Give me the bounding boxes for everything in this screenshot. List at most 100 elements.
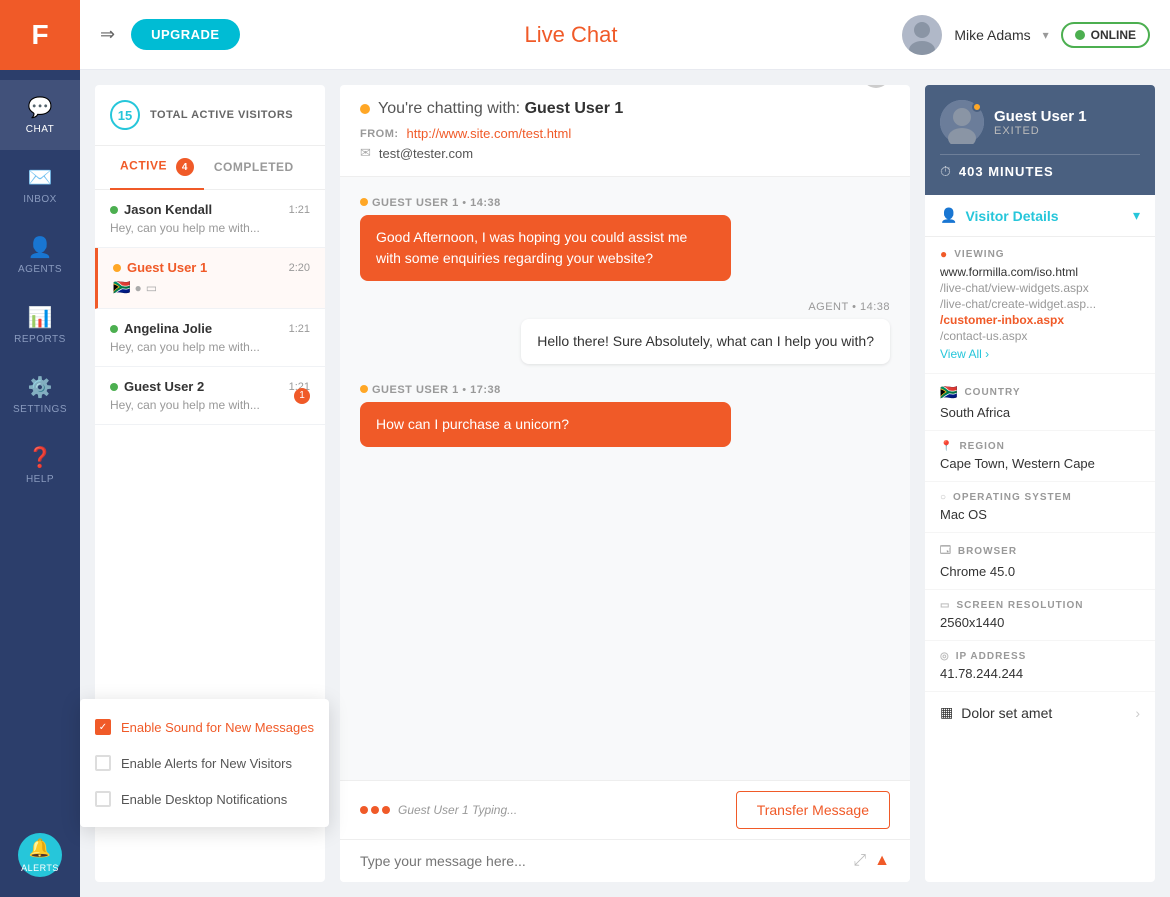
chat-item-jason[interactable]: Jason Kendall 1:21 Hey, can you help me … [95, 190, 325, 248]
transfer-message-button[interactable]: Transfer Message [736, 791, 890, 829]
tab-completed[interactable]: COMPLETED [204, 148, 304, 188]
page-title: Live Chat [240, 22, 903, 48]
menu-icon[interactable]: ⇒ [100, 24, 115, 45]
chat-header: You're chatting with: Guest User 1 FROM:… [340, 85, 910, 177]
inbox-icon: ✉️ [28, 165, 53, 190]
from-url[interactable]: http://www.site.com/test.html [407, 126, 572, 141]
chat-item-guest1[interactable]: Guest User 1 2:20 🇿🇦 ● ▭ [95, 248, 325, 309]
online-indicator-dot [1075, 30, 1085, 40]
sidebar-item-alerts[interactable]: 🔔 ALERTS [18, 833, 62, 877]
device-icon: ▭ [146, 281, 157, 295]
user-name[interactable]: Mike Adams [954, 27, 1030, 43]
ip-label: ◎ IP ADDRESS [940, 651, 1140, 662]
help-label: HELP [26, 474, 54, 485]
online-status-label: ONLINE [1091, 28, 1136, 42]
user-status-dot [360, 104, 370, 114]
person-icon: 👤 [940, 207, 957, 224]
country-label: 🇿🇦 COUNTRY [940, 384, 1140, 401]
desktop-checkbox[interactable] [95, 791, 111, 807]
visitors-header: 15 TOTAL ACTIVE VISITORS [95, 85, 325, 146]
sidebar-nav: 💬 CHAT ✉️ INBOX 👤 AGENTS 📊 REPORTS ⚙️ SE… [0, 70, 80, 833]
chat-item-guest2[interactable]: Guest User 2 1:21 Hey, can you help me w… [95, 367, 325, 425]
chat-main: You're chatting with: Guest User 1 FROM:… [340, 85, 910, 882]
dolor-row[interactable]: ▦ Dolor set amet › [925, 692, 1155, 733]
settings-label: SETTINGS [13, 404, 67, 415]
online-badge[interactable]: ONLINE [1061, 22, 1150, 48]
sidebar-item-settings[interactable]: ⚙️ SETTINGS [0, 360, 80, 430]
typing-indicator: Guest User 1 Typing... [360, 803, 517, 817]
viewing-page-5: /contact-us.aspx [940, 329, 1140, 343]
desktop-label: Enable Desktop Notifications [121, 792, 287, 807]
ip-value: 41.78.244.244 [940, 666, 1140, 681]
sidebar-item-help[interactable]: ❓ HELP [0, 430, 80, 500]
visitor-count-badge: 15 [110, 100, 140, 130]
ip-detail: ◎ IP ADDRESS 41.78.244.244 [925, 641, 1155, 692]
message-bubble: Good Afternoon, I was hoping you could a… [360, 215, 731, 281]
visitor-profile-card: Guest User 1 EXITED ⏱ 403 MINUTES [925, 85, 1155, 195]
chat-preview: Hey, can you help me with... [110, 398, 310, 412]
header: ⇒ UPGRADE Live Chat Mike Adams ▾ ONLINE [80, 0, 1170, 70]
agents-label: AGENTS [18, 264, 62, 275]
upgrade-button[interactable]: UPGRADE [131, 19, 240, 50]
agents-icon: 👤 [28, 235, 53, 260]
clock-icon: ⏱ [940, 163, 951, 180]
from-label: FROM: [360, 128, 399, 140]
browser-icon-detail: 🗔 [940, 543, 952, 560]
chatting-label: You're chatting with: Guest User 1 [378, 100, 623, 118]
sidebar-item-chat[interactable]: 💬 CHAT [0, 80, 80, 150]
profile-status-dot [972, 102, 982, 112]
os-detail: ○ OPERATING SYSTEM Mac OS [925, 482, 1155, 533]
agent-label: AGENT • 14:38 [808, 301, 890, 313]
chat-item-angelina[interactable]: Angelina Jolie 1:21 Hey, can you help me… [95, 309, 325, 367]
email-icon: ✉ [360, 145, 371, 161]
sender-label: GUEST USER 1 • 14:38 [360, 197, 890, 209]
popup-menu: ✓ Enable Sound for New Messages Enable A… [80, 699, 329, 827]
viewing-page-1: www.formilla.com/iso.html [940, 265, 1140, 279]
dolor-label: ▦ Dolor set amet [940, 704, 1052, 721]
visitor-details-header[interactable]: 👤 Visitor Details ▾ [925, 195, 1155, 237]
dolor-chevron-icon: › [1135, 705, 1140, 721]
viewing-label: ● VIEWING [940, 247, 1140, 261]
os-icon: ○ [940, 492, 947, 503]
send-icon[interactable]: ▲ [874, 852, 890, 870]
chevron-down-icon[interactable]: ▾ [1043, 28, 1049, 42]
chat-time: 2:20 [289, 262, 310, 274]
messages-area: GUEST USER 1 • 14:38 Good Afternoon, I w… [340, 177, 910, 780]
browser-value: Chrome 45.0 [940, 564, 1140, 579]
sidebar-item-inbox[interactable]: ✉️ INBOX [0, 150, 80, 220]
chat-preview: Hey, can you help me with... [110, 221, 310, 235]
message-input-bar: ⤢ ▲ [340, 839, 910, 882]
viewing-page-3: /live-chat/create-widget.asp... [940, 297, 1140, 311]
message-input[interactable] [360, 853, 843, 869]
popup-item-sound[interactable]: ✓ Enable Sound for New Messages [80, 709, 329, 745]
visitor-details-title: 👤 Visitor Details [940, 207, 1059, 224]
message-bubble-2: How can I purchase a unicorn? [360, 402, 731, 447]
profile-status: EXITED [994, 125, 1087, 137]
view-all-link[interactable]: View All › [940, 347, 989, 361]
sidebar-item-agents[interactable]: 👤 AGENTS [0, 220, 80, 290]
popup-item-alerts[interactable]: Enable Alerts for New Visitors [80, 745, 329, 781]
screen-label: ▭ SCREEN RESOLUTION [940, 600, 1140, 611]
screen-icon: ▭ [940, 600, 950, 611]
country-value: South Africa [940, 405, 1140, 420]
flag-icon: 🇿🇦 [113, 279, 130, 296]
sound-checkbox[interactable]: ✓ [95, 719, 111, 735]
close-chat-button[interactable]: ✕ [862, 85, 890, 88]
popup-item-desktop[interactable]: Enable Desktop Notifications [80, 781, 329, 817]
expand-icon[interactable]: ⤢ [853, 852, 866, 870]
tab-active[interactable]: ACTIVE 4 [110, 146, 204, 190]
eye-icon: ● [940, 247, 948, 261]
browser-icon: ● [134, 281, 141, 295]
sidebar: F 💬 CHAT ✉️ INBOX 👤 AGENTS 📊 REPORTS ⚙️ … [0, 0, 80, 897]
profile-info: Guest User 1 EXITED [994, 108, 1087, 137]
sidebar-logo[interactable]: F [0, 0, 80, 70]
status-dot [110, 383, 118, 391]
profile-avatar [940, 100, 984, 144]
alerts-checkbox[interactable] [95, 755, 111, 771]
sidebar-item-reports[interactable]: 📊 REPORTS [0, 290, 80, 360]
chat-time: 1:21 [289, 204, 310, 216]
country-flag-icon: 🇿🇦 [940, 384, 958, 401]
viewing-page-4: /customer-inbox.aspx [940, 313, 1140, 327]
region-detail: 📍 REGION Cape Town, Western Cape [925, 431, 1155, 482]
viewing-detail: ● VIEWING www.formilla.com/iso.html /liv… [925, 237, 1155, 374]
